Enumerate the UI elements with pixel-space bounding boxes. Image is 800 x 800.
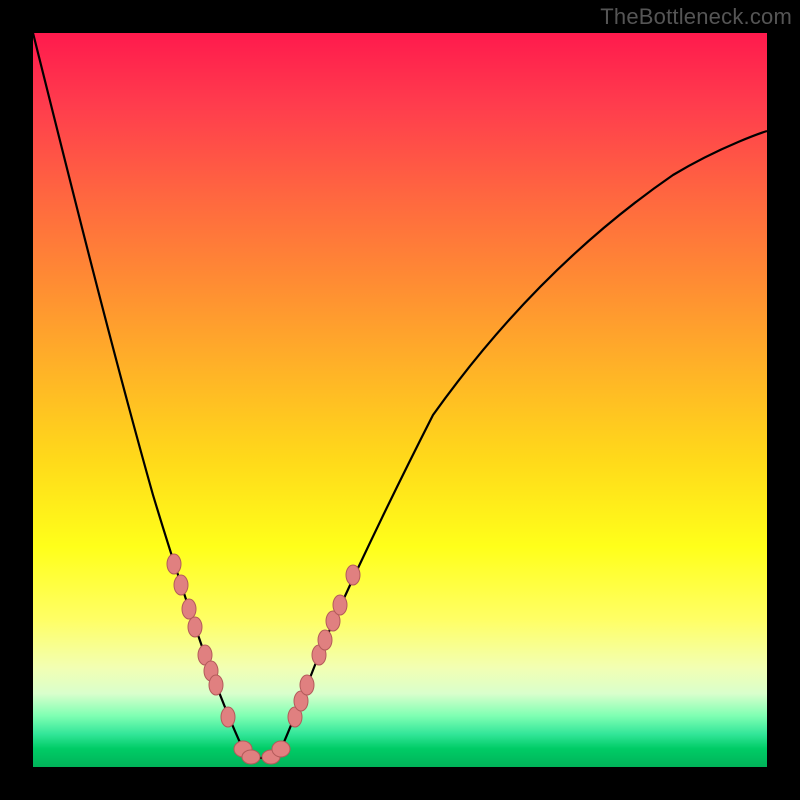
chart-frame: TheBottleneck.com (0, 0, 800, 800)
watermark-text: TheBottleneck.com (600, 4, 792, 30)
plot-area (33, 33, 767, 767)
gradient-background (33, 33, 767, 767)
